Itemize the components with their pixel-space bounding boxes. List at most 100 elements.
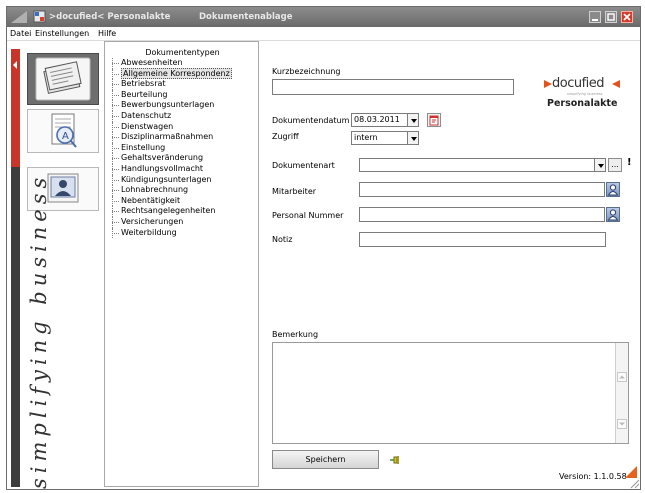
document-types-panel: Dokumententypen Abwesenheiten Allgemeine… <box>104 41 259 487</box>
logo-arrow-right-icon <box>612 80 620 88</box>
zugriff-dropdown-button[interactable] <box>407 131 419 145</box>
notiz-label: Notiz <box>272 235 293 244</box>
chevron-up-icon <box>619 375 625 379</box>
menu-datei[interactable]: Datei <box>10 29 31 38</box>
personal-nummer-label: Personal Nummer <box>272 211 344 220</box>
type-item-weiterbildung[interactable]: Weiterbildung <box>109 227 232 239</box>
bemerkung-scrollbar[interactable] <box>615 343 628 443</box>
type-item-handlungsvollmacht[interactable]: Handlungsvollmacht <box>109 163 232 175</box>
zugriff-select[interactable]: intern <box>351 131 419 145</box>
left-nav: A simplifying business <box>7 49 102 489</box>
pin-button[interactable] <box>388 453 402 467</box>
maximize-button[interactable] <box>605 11 617 23</box>
window-resize-grip-icon[interactable] <box>628 477 640 489</box>
logo-tagline: simplifying business <box>567 92 603 96</box>
dokumentenart-browse-button[interactable]: ... <box>608 158 622 172</box>
type-item-disziplinarmassnahmen[interactable]: Disziplinarmaßnahmen <box>109 132 232 143</box>
type-item-label: Allgemeine Korrespondenz <box>121 67 232 79</box>
title-bar[interactable]: >docufied< Personalakte Dokumentenablage <box>7 7 640 27</box>
app-window: >docufied< Personalakte Dokumentenablage… <box>6 6 641 490</box>
date-dropdown-button[interactable] <box>407 113 419 127</box>
kurzbezeichnung-input[interactable] <box>272 79 514 95</box>
notiz-input[interactable] <box>359 232 606 247</box>
dokumentendatum-label: Dokumentendatum <box>272 116 350 125</box>
type-item-label: Weiterbildung <box>121 227 177 237</box>
user-lookup-icon <box>607 209 619 221</box>
slogan-text: simplifying business <box>27 172 51 489</box>
scroll-up-button[interactable] <box>617 372 627 382</box>
document-types-header: Dokumententypen <box>145 48 220 57</box>
document-types-list: Abwesenheiten Allgemeine Korrespondenz B… <box>109 58 232 238</box>
type-item-label: Versicherungen <box>121 216 184 226</box>
type-item-betriebsrat[interactable]: Betriebsrat <box>109 79 232 90</box>
window-grip-icon <box>11 11 27 23</box>
type-item-kuendigungsunterlagen[interactable]: Kündigungsunterlagen <box>109 174 232 186</box>
collapse-arrow-icon[interactable] <box>13 61 17 69</box>
calendar-icon <box>429 115 439 126</box>
menu-einstellungen-label: Einstellungen <box>35 29 90 38</box>
type-item-label: Beurteilung <box>121 89 168 99</box>
window-title: >docufied< Personalakte <box>49 12 171 22</box>
type-item-lohnabrechnung[interactable]: Lohnabrechnung <box>109 185 232 196</box>
maximize-icon <box>607 13 615 21</box>
save-button[interactable]: Speichern <box>272 450 379 469</box>
window-subtitle: Dokumentenablage <box>199 12 293 22</box>
kurzbezeichnung-label: Kurzbezeichnung <box>272 67 341 76</box>
menu-einstellungen[interactable]: Einstellungen <box>35 29 89 38</box>
svg-text:A: A <box>62 131 69 142</box>
dokumentendatum-value: 08.03.2011 <box>354 115 400 124</box>
save-button-label: Speichern <box>305 455 346 464</box>
type-item-label: Bewerbungsunterlagen <box>121 100 215 110</box>
type-item-versicherungen[interactable]: Versicherungen <box>109 216 232 228</box>
dokumentenart-dropdown-button[interactable] <box>594 158 606 172</box>
scroll-down-button[interactable] <box>617 419 627 429</box>
type-item-nebentaetigkeit[interactable]: Nebentätigkeit <box>109 195 232 207</box>
close-button[interactable] <box>621 11 633 23</box>
chevron-down-icon <box>619 422 625 426</box>
version-text: Version: 1.1.0.58 <box>559 472 627 481</box>
mitarbeiter-lookup-button[interactable] <box>606 182 620 197</box>
type-item-gehaltsveraenderung[interactable]: Gehaltsveränderung <box>109 153 232 164</box>
zugriff-label: Zugriff <box>272 132 299 141</box>
docufied-logo: docufied simplifying business Personalak… <box>541 75 637 115</box>
type-item-dienstwagen[interactable]: Dienstwagen <box>109 121 232 133</box>
type-item-label: Abwesenheiten <box>121 58 183 67</box>
logo-product: Personalakte <box>547 98 618 109</box>
type-item-label: Lohnabrechnung <box>121 185 189 195</box>
type-item-datenschutz[interactable]: Datenschutz <box>109 110 232 122</box>
type-item-allgemeine-korrespondenz[interactable]: Allgemeine Korrespondenz <box>109 67 232 80</box>
minimize-icon <box>592 19 598 21</box>
type-item-einstellung[interactable]: Einstellung <box>109 142 232 154</box>
user-lookup-icon <box>607 184 619 196</box>
menu-bar: Datei Einstellungen Hilfe <box>7 27 640 41</box>
mitarbeiter-label: Mitarbeiter <box>272 187 317 196</box>
type-item-bewerbungsunterlagen[interactable]: Bewerbungsunterlagen <box>109 100 232 111</box>
menu-hilfe[interactable]: Hilfe <box>98 29 116 38</box>
document-form: Kurzbezeichnung docufied simplifying bus… <box>261 41 639 487</box>
calendar-button[interactable] <box>427 113 441 127</box>
type-item-abwesenheiten[interactable]: Abwesenheiten <box>109 58 232 69</box>
personal-nummer-input[interactable] <box>359 207 605 222</box>
dokumentendatum-input[interactable]: 08.03.2011 <box>351 113 419 127</box>
minimize-button[interactable] <box>589 11 601 23</box>
type-item-label: Einstellung <box>121 142 166 152</box>
type-item-label: Rechtsangelegenheiten <box>121 206 216 216</box>
personal-nummer-lookup-button[interactable] <box>606 207 620 222</box>
app-icon[interactable] <box>33 10 46 23</box>
required-mark: ! <box>627 157 632 168</box>
bemerkung-textarea[interactable] <box>272 342 629 444</box>
type-item-label: Gehaltsveränderung <box>121 153 204 163</box>
mitarbeiter-input[interactable] <box>359 182 605 197</box>
type-item-rechtsangelegenheiten[interactable]: Rechtsangelegenheiten <box>109 206 232 217</box>
type-item-label: Disziplinarmaßnahmen <box>121 132 214 142</box>
dokumentenart-select[interactable] <box>359 158 606 172</box>
type-item-label: Dienstwagen <box>121 121 174 131</box>
menu-hilfe-label: Hilfe <box>98 29 117 38</box>
type-item-label: Handlungsvollmacht <box>121 163 204 173</box>
type-item-label: Betriebsrat <box>121 79 166 89</box>
type-item-label: Kündigungsunterlagen <box>121 174 212 184</box>
logo-arrow-left-icon <box>544 80 552 88</box>
zugriff-value: intern <box>354 133 378 142</box>
type-item-beurteilung[interactable]: Beurteilung <box>109 89 232 101</box>
close-icon <box>623 13 631 21</box>
